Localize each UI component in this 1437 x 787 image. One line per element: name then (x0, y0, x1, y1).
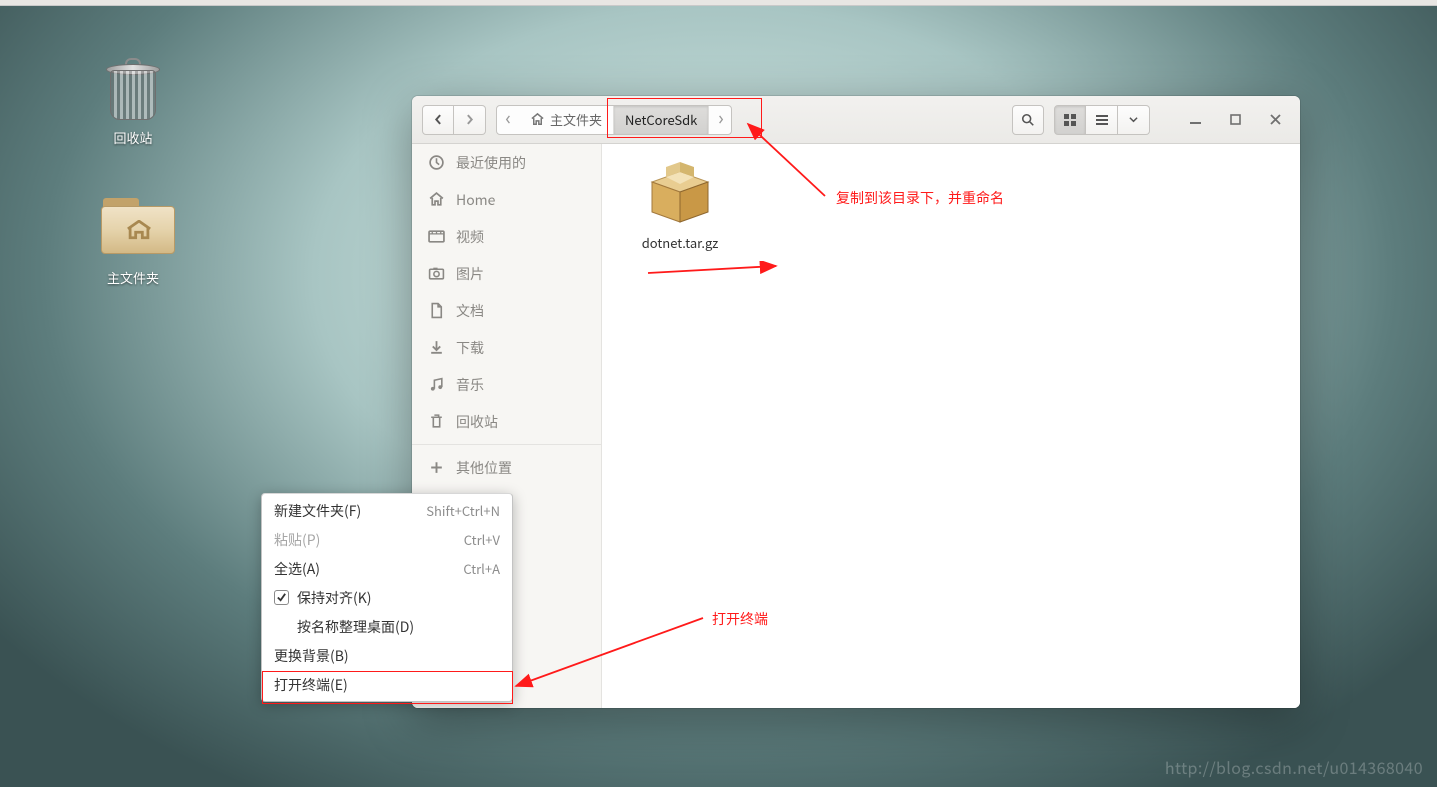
ctx-keep-aligned[interactable]: 保持对齐(K) (262, 583, 512, 612)
ctx-paste: 粘贴(P) Ctrl+V (262, 525, 512, 554)
file-label: dotnet.tar.gz (642, 233, 719, 252)
grid-icon (1063, 113, 1077, 127)
sidebar-item-recent[interactable]: 最近使用的 (412, 144, 601, 181)
sidebar-item-documents[interactable]: 文档 (412, 292, 601, 329)
maximize-button[interactable] (1220, 108, 1250, 132)
back-button[interactable] (422, 105, 454, 135)
home-icon (530, 112, 545, 127)
checkbox-checked-icon (274, 590, 289, 605)
sidebar-separator (412, 444, 601, 445)
list-icon (1095, 113, 1109, 127)
sidebar-label: 音乐 (456, 375, 484, 395)
sidebar-label: 视频 (456, 227, 484, 247)
accel: Shift+Ctrl+N (426, 501, 500, 520)
folder-home-icon (101, 198, 165, 262)
sidebar-item-videos[interactable]: 视频 (412, 218, 601, 255)
content-pane[interactable]: dotnet.tar.gz (602, 144, 1300, 708)
sidebar-item-downloads[interactable]: 下载 (412, 329, 601, 366)
plus-icon (428, 459, 445, 476)
accel: Ctrl+A (463, 559, 500, 578)
path-home-segment[interactable]: 主文件夹 (519, 106, 614, 134)
sidebar-label: Home (456, 190, 495, 210)
desktop-context-menu: 新建文件夹(F) Shift+Ctrl+N 粘贴(P) Ctrl+V 全选(A)… (261, 493, 513, 702)
trash-icon (428, 413, 445, 430)
view-list-button[interactable] (1086, 105, 1118, 135)
watermark: http://blog.csdn.net/u014368040 (1165, 755, 1423, 779)
home-icon (428, 191, 445, 208)
forward-button[interactable] (454, 105, 486, 135)
search-icon (1021, 113, 1035, 127)
ctx-open-terminal[interactable]: 打开终端(E) (262, 670, 512, 699)
path-next-icon[interactable] (709, 115, 731, 124)
file-item-dotnet-tar-gz[interactable]: dotnet.tar.gz (620, 162, 740, 252)
trash-icon (101, 58, 165, 122)
sidebar-item-pictures[interactable]: 图片 (412, 255, 601, 292)
sidebar-label: 回收站 (456, 412, 498, 432)
path-current-segment[interactable]: NetCoreSdk (614, 106, 709, 134)
ctx-select-all[interactable]: 全选(A) Ctrl+A (262, 554, 512, 583)
ctx-sort-by-name[interactable]: 按名称整理桌面(D) (262, 612, 512, 641)
minimize-button[interactable] (1180, 108, 1210, 132)
sidebar-label: 下载 (456, 338, 484, 358)
file-manager-window: 主文件夹 NetCoreSdk 最近使用的 Home (412, 96, 1300, 708)
sidebar-label: 文档 (456, 301, 484, 321)
nav-group (422, 105, 486, 135)
sidebar-label: 图片 (456, 264, 484, 284)
titlebar: 主文件夹 NetCoreSdk (412, 96, 1300, 144)
download-icon (428, 339, 445, 356)
desktop-trash-label: 回收站 (83, 128, 183, 147)
path-home-label: 主文件夹 (550, 110, 602, 129)
view-grid-button[interactable] (1054, 105, 1086, 135)
ctx-new-folder[interactable]: 新建文件夹(F) Shift+Ctrl+N (262, 496, 512, 525)
document-icon (428, 302, 445, 319)
archive-icon (640, 162, 720, 226)
music-icon (428, 376, 445, 393)
sidebar-item-home[interactable]: Home (412, 181, 601, 218)
path-bar: 主文件夹 NetCoreSdk (496, 105, 732, 135)
video-icon (428, 228, 445, 245)
sidebar-label: 其他位置 (456, 458, 512, 478)
path-prev-icon[interactable] (497, 115, 519, 124)
close-button[interactable] (1260, 108, 1290, 132)
sidebar-item-trash[interactable]: 回收站 (412, 403, 601, 440)
clock-icon (428, 154, 445, 171)
path-current-label: NetCoreSdk (625, 110, 697, 129)
sidebar-item-music[interactable]: 音乐 (412, 366, 601, 403)
os-top-bar (0, 0, 1437, 6)
sidebar-label: 最近使用的 (456, 153, 526, 173)
view-menu-button[interactable] (1118, 105, 1150, 135)
desktop-home[interactable]: 主文件夹 (83, 198, 183, 287)
accel: Ctrl+V (464, 530, 500, 549)
camera-icon (428, 265, 445, 282)
sidebar-item-other[interactable]: 其他位置 (412, 449, 601, 486)
search-button[interactable] (1012, 105, 1044, 135)
desktop-home-label: 主文件夹 (83, 268, 183, 287)
desktop-trash[interactable]: 回收站 (83, 58, 183, 147)
ctx-change-bg[interactable]: 更换背景(B) (262, 641, 512, 670)
chevron-down-icon (1129, 115, 1138, 124)
